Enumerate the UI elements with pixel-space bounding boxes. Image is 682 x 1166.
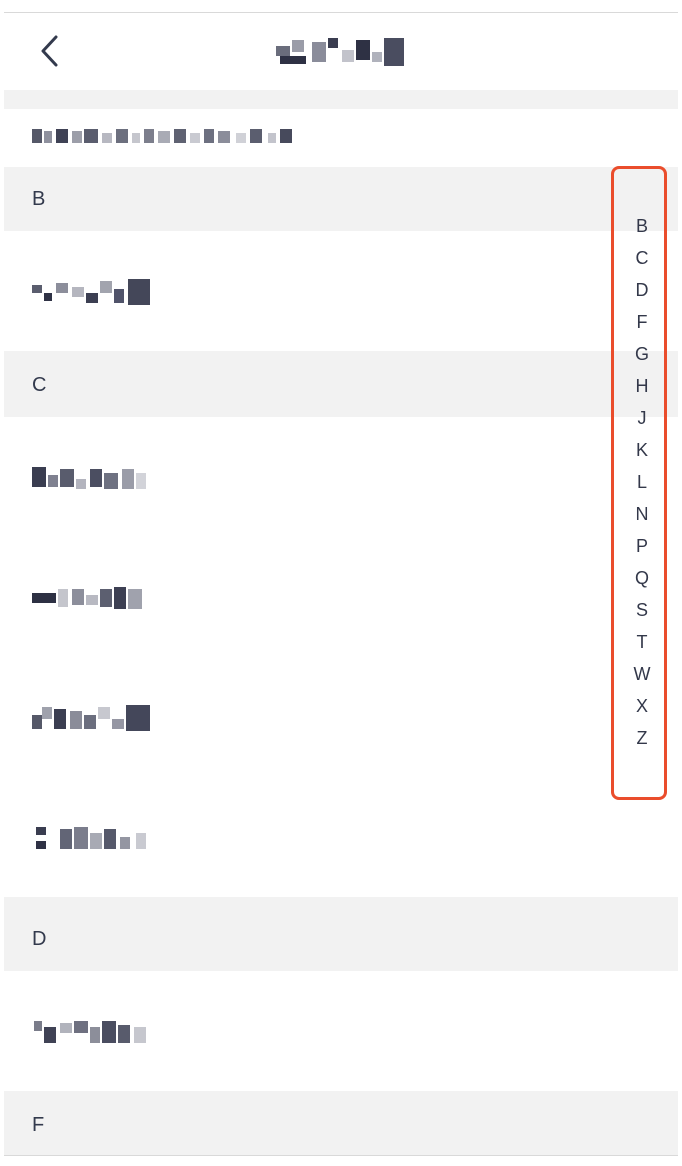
index-letter-j[interactable]: J: [614, 407, 670, 429]
section-letter: C: [32, 374, 47, 396]
section-letter: D: [32, 928, 47, 950]
contact-name-redacted: [32, 279, 150, 305]
index-letter-s[interactable]: S: [614, 599, 670, 621]
contact-name-redacted: [32, 705, 150, 731]
index-letter-d[interactable]: D: [614, 279, 670, 301]
index-letter-t[interactable]: T: [614, 631, 670, 653]
index-letter-n[interactable]: N: [614, 503, 670, 525]
contact-list-item[interactable]: [4, 657, 678, 777]
contact-name-redacted: [32, 467, 146, 489]
contact-list-screen: B C D F: [4, 12, 678, 1156]
index-letter-z[interactable]: Z: [614, 727, 670, 749]
contact-name-redacted: [36, 827, 146, 849]
index-letter-g[interactable]: G: [614, 343, 670, 365]
index-letter-k[interactable]: K: [614, 439, 670, 461]
index-letter-w[interactable]: W: [614, 663, 670, 685]
index-letter-q[interactable]: Q: [614, 567, 670, 589]
contact-list-item[interactable]: [4, 777, 678, 897]
alphabet-index-bar[interactable]: B C D F G H J K L N P Q S T W X Z: [611, 166, 667, 800]
index-letter-h[interactable]: H: [614, 375, 670, 397]
contact-list-item[interactable]: [4, 231, 678, 351]
section-letter: B: [32, 188, 46, 210]
contact-list-item[interactable]: [4, 971, 678, 1091]
contact-list-item[interactable]: [4, 417, 678, 537]
section-header-c: C: [4, 353, 678, 417]
section-header-b: B: [4, 167, 678, 231]
page-title-redacted: [276, 37, 404, 66]
index-letter-b[interactable]: B: [614, 215, 670, 237]
index-letter-x[interactable]: X: [614, 695, 670, 717]
contact-name-redacted: [34, 1021, 146, 1043]
index-letter-c[interactable]: C: [614, 247, 670, 269]
navigation-bar: [4, 13, 678, 90]
section-header-f: F: [4, 1093, 678, 1155]
search-bar[interactable]: [4, 109, 678, 167]
index-letter-f[interactable]: F: [614, 311, 670, 333]
section-header-d: D: [4, 907, 678, 971]
index-letter-p[interactable]: P: [614, 535, 670, 557]
index-letter-l[interactable]: L: [614, 471, 670, 493]
section-letter: F: [32, 1114, 45, 1136]
page-title: [4, 13, 678, 90]
search-text-redacted: [32, 129, 292, 143]
contact-name-redacted: [32, 587, 142, 609]
contact-list-item[interactable]: [4, 537, 678, 657]
